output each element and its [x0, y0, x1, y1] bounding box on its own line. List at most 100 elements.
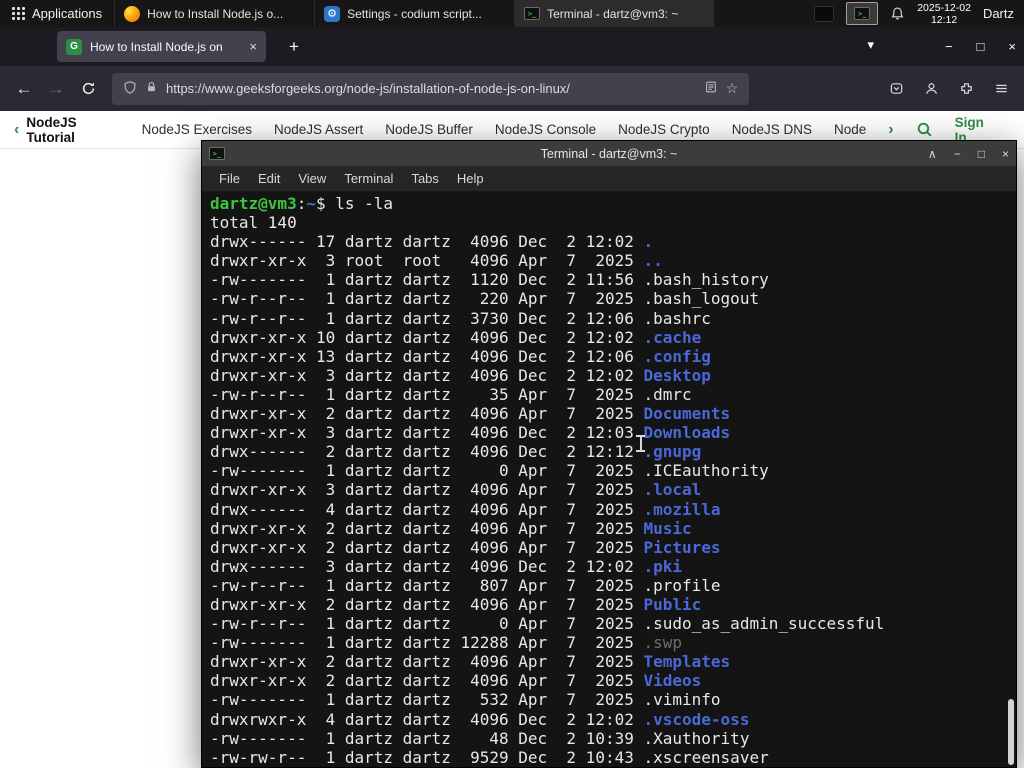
terminal-titlebar[interactable]: >_ Terminal - dartz@vm3: ~ ∧ − □ ×	[202, 141, 1016, 166]
terminal-prompt-line: dartz@vm3:~$ ls -la	[210, 194, 1016, 213]
row-meta: -rw-r--r-- 1 dartz dartz 35 Apr 7 2025	[210, 384, 644, 404]
menu-tabs[interactable]: Tabs	[402, 171, 447, 186]
applications-grid-icon	[12, 7, 25, 20]
row-filename: .ICEauthority	[643, 461, 769, 481]
row-meta: drwx------ 3 dartz dartz 4096 Dec 2 12:0…	[210, 556, 644, 576]
nav-item-label: NodeJS Tutorial	[26, 114, 77, 145]
terminal-shade-button[interactable]: ∧	[928, 147, 937, 161]
menu-terminal[interactable]: Terminal	[335, 171, 402, 186]
row-filename: Videos	[643, 671, 702, 691]
tray-terminal-icon[interactable]: >_	[846, 2, 879, 25]
taskbar-window-terminal[interactable]: >_ Terminal - dartz@vm3: ~	[514, 0, 715, 27]
terminal-command: ls -la	[335, 194, 394, 213]
notification-bell-icon[interactable]	[890, 6, 905, 21]
browser-tab[interactable]: G How to Install Node.js on ×	[57, 31, 266, 62]
row-filename: .Xauthority	[643, 728, 750, 748]
forward-button[interactable]: →	[40, 73, 72, 105]
row-filename: .local	[643, 480, 702, 500]
row-filename: .mozilla	[643, 499, 721, 519]
terminal-row: drwxr-xr-x 2 dartz dartz 4096 Apr 7 2025…	[210, 519, 1016, 538]
row-meta: drwxr-xr-x 3 root root 4096 Apr 7 2025	[210, 251, 644, 271]
prompt-colon: :	[296, 194, 307, 213]
tray-icon[interactable]	[814, 5, 835, 22]
nav-item-nodejs-buffer[interactable]: NodeJS Buffer	[385, 122, 473, 137]
taskbar-window-settings[interactable]: ⚙ Settings - codium script...	[314, 0, 514, 27]
applications-menu-button[interactable]: Applications	[0, 0, 114, 27]
search-icon[interactable]	[916, 121, 933, 138]
terminal-row: drwxrwxr-x 4 dartz dartz 4096 Dec 2 12:0…	[210, 710, 1016, 729]
terminal-maximize-button[interactable]: □	[978, 147, 985, 161]
browser-minimize-button[interactable]: −	[945, 39, 953, 54]
panel-right-area: >_ 2025-12-02 12:12 Dartz	[814, 2, 1024, 26]
chevron-right-icon[interactable]: ›	[888, 121, 893, 139]
terminal-window-controls: ∧ − □ ×	[928, 147, 1009, 161]
settings-icon: ⚙	[324, 5, 341, 22]
row-meta: -rw------- 1 dartz dartz 0 Apr 7 2025	[210, 461, 644, 481]
terminal-window: >_ Terminal - dartz@vm3: ~ ∧ − □ × File …	[201, 140, 1017, 768]
row-filename: .gnupg	[643, 442, 702, 462]
back-button[interactable]: ←	[8, 73, 40, 105]
browser-window-controls: − □ ×	[945, 27, 1016, 66]
reload-button[interactable]	[72, 73, 104, 105]
account-icon[interactable]	[918, 76, 944, 102]
terminal-row: drwxr-xr-x 10 dartz dartz 4096 Dec 2 12:…	[210, 328, 1016, 347]
prompt-symbol: $	[315, 194, 336, 213]
terminal-row: drwxr-xr-x 3 dartz dartz 4096 Apr 7 2025…	[210, 480, 1016, 499]
url-text: https://www.geeksforgeeks.org/node-js/in…	[166, 81, 570, 96]
terminal-minimize-button[interactable]: −	[954, 147, 961, 161]
row-filename: .vscode-oss	[643, 709, 750, 729]
row-meta: drwxr-xr-x 13 dartz dartz 4096 Dec 2 12:…	[210, 346, 644, 366]
terminal-scrollbar-thumb[interactable]	[1008, 699, 1014, 765]
list-all-tabs-icon[interactable]: ▾	[867, 37, 874, 53]
taskbar-window-title: How to Install Node.js o...	[147, 6, 284, 21]
bookmark-star-icon[interactable]: ☆	[726, 80, 739, 97]
browser-close-button[interactable]: ×	[1008, 39, 1016, 54]
nav-item-nodejs-assert[interactable]: NodeJS Assert	[274, 122, 363, 137]
nav-item-nodejs-dns[interactable]: NodeJS DNS	[732, 122, 812, 137]
nav-item-nodejs-exercises[interactable]: NodeJS Exercises	[142, 122, 252, 137]
shield-icon[interactable]	[123, 80, 137, 98]
terminal-row: -rw-r--r-- 1 dartz dartz 807 Apr 7 2025 …	[210, 576, 1016, 595]
terminal-body[interactable]: dartz@vm3:~$ ls -la total 140 drwx------…	[202, 192, 1016, 767]
nav-item-nodejs-tutorial[interactable]: ‹ NodeJS Tutorial	[14, 115, 120, 145]
applications-label: Applications	[32, 6, 103, 21]
terminal-row: -rw------- 1 dartz dartz 12288 Apr 7 202…	[210, 633, 1016, 652]
reader-mode-icon[interactable]	[704, 80, 718, 97]
menu-file[interactable]: File	[210, 171, 249, 186]
menu-view[interactable]: View	[289, 171, 335, 186]
terminal-row: -rw-r--r-- 1 dartz dartz 0 Apr 7 2025 .s…	[210, 614, 1016, 633]
terminal-close-button[interactable]: ×	[1002, 147, 1009, 161]
terminal-row: -rw-rw-r-- 1 dartz dartz 9529 Dec 2 10:4…	[210, 748, 1016, 767]
url-bar[interactable]: https://www.geeksforgeeks.org/node-js/in…	[112, 72, 750, 105]
pocket-icon[interactable]	[883, 76, 909, 102]
terminal-row: drwxr-xr-x 3 dartz dartz 4096 Dec 2 12:0…	[210, 423, 1016, 442]
nav-item-nodejs-console[interactable]: NodeJS Console	[495, 122, 596, 137]
terminal-row: drwx------ 17 dartz dartz 4096 Dec 2 12:…	[210, 232, 1016, 251]
terminal-row: drwxr-xr-x 2 dartz dartz 4096 Apr 7 2025…	[210, 652, 1016, 671]
lock-icon[interactable]	[145, 80, 158, 97]
row-meta: drwxr-xr-x 2 dartz dartz 4096 Apr 7 2025	[210, 404, 644, 424]
top-panel: Applications How to Install Node.js o...…	[0, 0, 1024, 27]
browser-maximize-button[interactable]: □	[977, 39, 985, 54]
new-tab-button[interactable]: +	[282, 35, 306, 59]
terminal-row: -rw-r--r-- 1 dartz dartz 220 Apr 7 2025 …	[210, 289, 1016, 308]
terminal-row: -rw------- 1 dartz dartz 1120 Dec 2 11:5…	[210, 270, 1016, 289]
taskbar-window-firefox[interactable]: How to Install Node.js o...	[114, 0, 314, 27]
row-meta: drwx------ 2 dartz dartz 4096 Dec 2 12:1…	[210, 442, 644, 462]
user-label[interactable]: Dartz	[983, 6, 1014, 21]
nav-item-nodejs-crypto[interactable]: NodeJS Crypto	[618, 122, 710, 137]
toolbar-right-icons	[883, 76, 1016, 102]
browser-tab-bar: G How to Install Node.js on × + ▾ − □ ×	[0, 27, 1024, 66]
nav-item-node[interactable]: Node	[834, 122, 866, 137]
menu-hamburger-icon[interactable]	[988, 76, 1014, 102]
menu-edit[interactable]: Edit	[249, 171, 289, 186]
row-filename: Music	[643, 518, 692, 538]
terminal-listing: drwx------ 17 dartz dartz 4096 Dec 2 12:…	[210, 232, 1016, 767]
panel-clock[interactable]: 2025-12-02 12:12	[917, 2, 971, 26]
extensions-icon[interactable]	[953, 76, 979, 102]
row-meta: drwxrwxr-x 4 dartz dartz 4096 Dec 2 12:0…	[210, 709, 644, 729]
row-filename: ..	[643, 251, 663, 271]
row-meta: -rw-rw-r-- 1 dartz dartz 9529 Dec 2 10:4…	[210, 747, 644, 767]
tab-close-icon[interactable]: ×	[249, 39, 257, 54]
menu-help[interactable]: Help	[448, 171, 493, 186]
